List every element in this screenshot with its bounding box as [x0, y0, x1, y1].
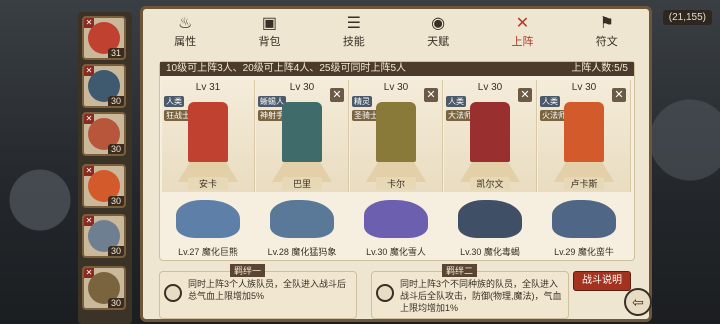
tab-label: 上阵	[511, 36, 534, 48]
crossed-swords-icon: ✕	[515, 15, 530, 32]
hero-name: 安卡	[188, 177, 228, 190]
eye-icon: ◉	[431, 15, 446, 32]
race-tag: 人类	[446, 96, 466, 107]
bond-card-1: 羁绊一 同时上阵3个人族队员，全队进入战斗后总气血上限增加5%	[159, 264, 357, 319]
team-slot-4[interactable]: Lv 30 人类 火法师 ✕ 卢卡斯	[538, 80, 631, 192]
tab-0[interactable]: ♨ 属性	[160, 13, 210, 53]
unlock-rules: 10级可上阵3人、20级可上阵4人、25级可同时上阵5人	[166, 63, 407, 74]
race-tag: 人类	[164, 96, 184, 107]
hero-name: 卢卡斯	[564, 177, 604, 190]
hero-level: Lv 31	[195, 82, 221, 93]
roster-hero-5[interactable]: ✕ 30	[82, 266, 126, 310]
team-slot-2[interactable]: Lv 30 精灵 圣骑士 ✕ 卡尔	[350, 80, 443, 192]
bag-icon: ▣	[261, 15, 278, 32]
pet-figure	[458, 200, 522, 238]
tab-bar: ♨ 属性 ▣ 背包 ☰ 技能 ◉ 天赋 ✕ 上阵 ⚑ 符文	[143, 9, 649, 53]
fight-info-button[interactable]: 战斗说明	[573, 271, 631, 291]
pet-slot-3[interactable]: Lv.30 魔化毒蝎	[444, 194, 536, 258]
hero-figure	[470, 102, 510, 162]
tab-label: 天赋	[427, 36, 450, 48]
book-icon: ☰	[346, 15, 361, 32]
tab-5[interactable]: ⚑ 符文	[582, 13, 632, 53]
rune-icon: ⚑	[599, 15, 614, 32]
pet-figure	[552, 200, 616, 238]
hero-level: 30	[107, 196, 124, 206]
hero-level: 30	[107, 246, 124, 256]
remove-icon[interactable]: ✕	[518, 88, 532, 102]
bond-icon	[376, 284, 394, 302]
formation-panel: ♨ 属性 ▣ 背包 ☰ 技能 ◉ 天赋 ✕ 上阵 ⚑ 符文 10级可上阵3人、20级可上阵4人、25级…	[140, 6, 652, 322]
hero-name: 卡尔	[376, 177, 416, 190]
hero-level: 30	[107, 96, 124, 106]
team-slot-0[interactable]: Lv 31 人类 狂战士 安卡	[162, 80, 255, 192]
race-tag: 精灵	[352, 96, 372, 107]
hero-figure	[564, 102, 604, 162]
hero-figure	[188, 102, 228, 162]
tab-label: 符文	[595, 36, 618, 48]
pet-slot-4[interactable]: Lv.29 魔化蛮牛	[538, 194, 630, 258]
back-button[interactable]: ⇦	[624, 288, 652, 316]
remove-icon[interactable]: ✕	[424, 88, 438, 102]
info-bar: 10级可上阵3人、20级可上阵4人、25级可同时上阵5人 上阵人数:5/5	[160, 62, 634, 76]
team-count: 上阵人数:5/5	[571, 63, 628, 74]
bond-text: 同时上阵3个人族队员，全队进入战斗后总气血上限增加5%	[188, 279, 347, 301]
roster-hero-0[interactable]: ✕ 31	[82, 16, 126, 60]
pet-row: Lv.27 魔化巨熊 Lv.28 魔化猛犸象 Lv.30 魔化雪人 Lv.30 魔化毒…	[160, 194, 634, 258]
tab-label: 技能	[342, 36, 365, 48]
hero-figure	[282, 102, 322, 162]
pet-figure	[176, 200, 240, 238]
formation-area: 10级可上阵3人、20级可上阵4人、25级可同时上阵5人 上阵人数:5/5 Lv…	[159, 61, 635, 261]
team-slot-3[interactable]: Lv 30 人类 大法师 ✕ 凯尔文	[444, 80, 537, 192]
tab-3[interactable]: ◉ 天赋	[413, 13, 463, 53]
tab-label: 属性	[174, 36, 197, 48]
bond-area: 羁绊一 同时上阵3个人族队员，全队进入战斗后总气血上限增加5% 羁绊二 同时上阵…	[159, 264, 633, 321]
pet-label: Lv.30 魔化雪人	[366, 247, 426, 257]
hero-level: 30	[107, 298, 124, 308]
roster-hero-3[interactable]: ✕ 30	[82, 164, 126, 208]
tab-1[interactable]: ▣ 背包	[244, 13, 294, 53]
hero-name: 巴里	[282, 177, 322, 190]
roster-hero-4[interactable]: ✕ 30	[82, 214, 126, 258]
race-tag: 人类	[540, 96, 560, 107]
hero-level: 31	[107, 48, 124, 58]
remove-icon[interactable]: ✕	[330, 88, 344, 102]
bond-icon	[164, 284, 182, 302]
pet-label: Lv.30 魔化毒蝎	[460, 247, 520, 257]
pet-label: Lv.28 魔化猛犸象	[267, 247, 337, 257]
pet-slot-1[interactable]: Lv.28 魔化猛犸象	[256, 194, 348, 258]
bond-card-2: 羁绊二 同时上阵3个不同种族的队员，全队进入战斗后全队攻击，防御(物理,魔法)，…	[371, 264, 569, 319]
roster-hero-1[interactable]: ✕ 30	[82, 64, 126, 108]
gold-counter: (21,155)	[662, 10, 712, 25]
pet-slot-0[interactable]: Lv.27 魔化巨熊	[162, 194, 254, 258]
pet-slot-2[interactable]: Lv.30 魔化雪人	[350, 194, 442, 258]
pet-figure	[364, 200, 428, 238]
fire-icon: ♨	[177, 15, 193, 32]
hero-figure	[376, 102, 416, 162]
bond-text: 同时上阵3个不同种族的队员，全队进入战斗后全队攻击，防御(物理,魔法)，气血上限…	[400, 279, 562, 313]
pet-label: Lv.27 魔化巨熊	[178, 247, 238, 257]
hero-level: 30	[107, 144, 124, 154]
tab-2[interactable]: ☰ 技能	[329, 13, 379, 53]
team-slot-1[interactable]: Lv 30 蜥蜴人 神射手 ✕ 巴里	[256, 80, 349, 192]
remove-icon[interactable]: ✕	[612, 88, 626, 102]
pet-figure	[270, 200, 334, 238]
tab-4[interactable]: ✕ 上阵	[497, 13, 547, 53]
roster-hero-2[interactable]: ✕ 30	[82, 112, 126, 156]
bond-title: 羁绊一	[230, 264, 266, 277]
hero-name: 凯尔文	[470, 177, 510, 190]
bond-title: 羁绊二	[442, 264, 478, 277]
pet-label: Lv.29 魔化蛮牛	[554, 247, 614, 257]
tab-label: 背包	[258, 36, 281, 48]
